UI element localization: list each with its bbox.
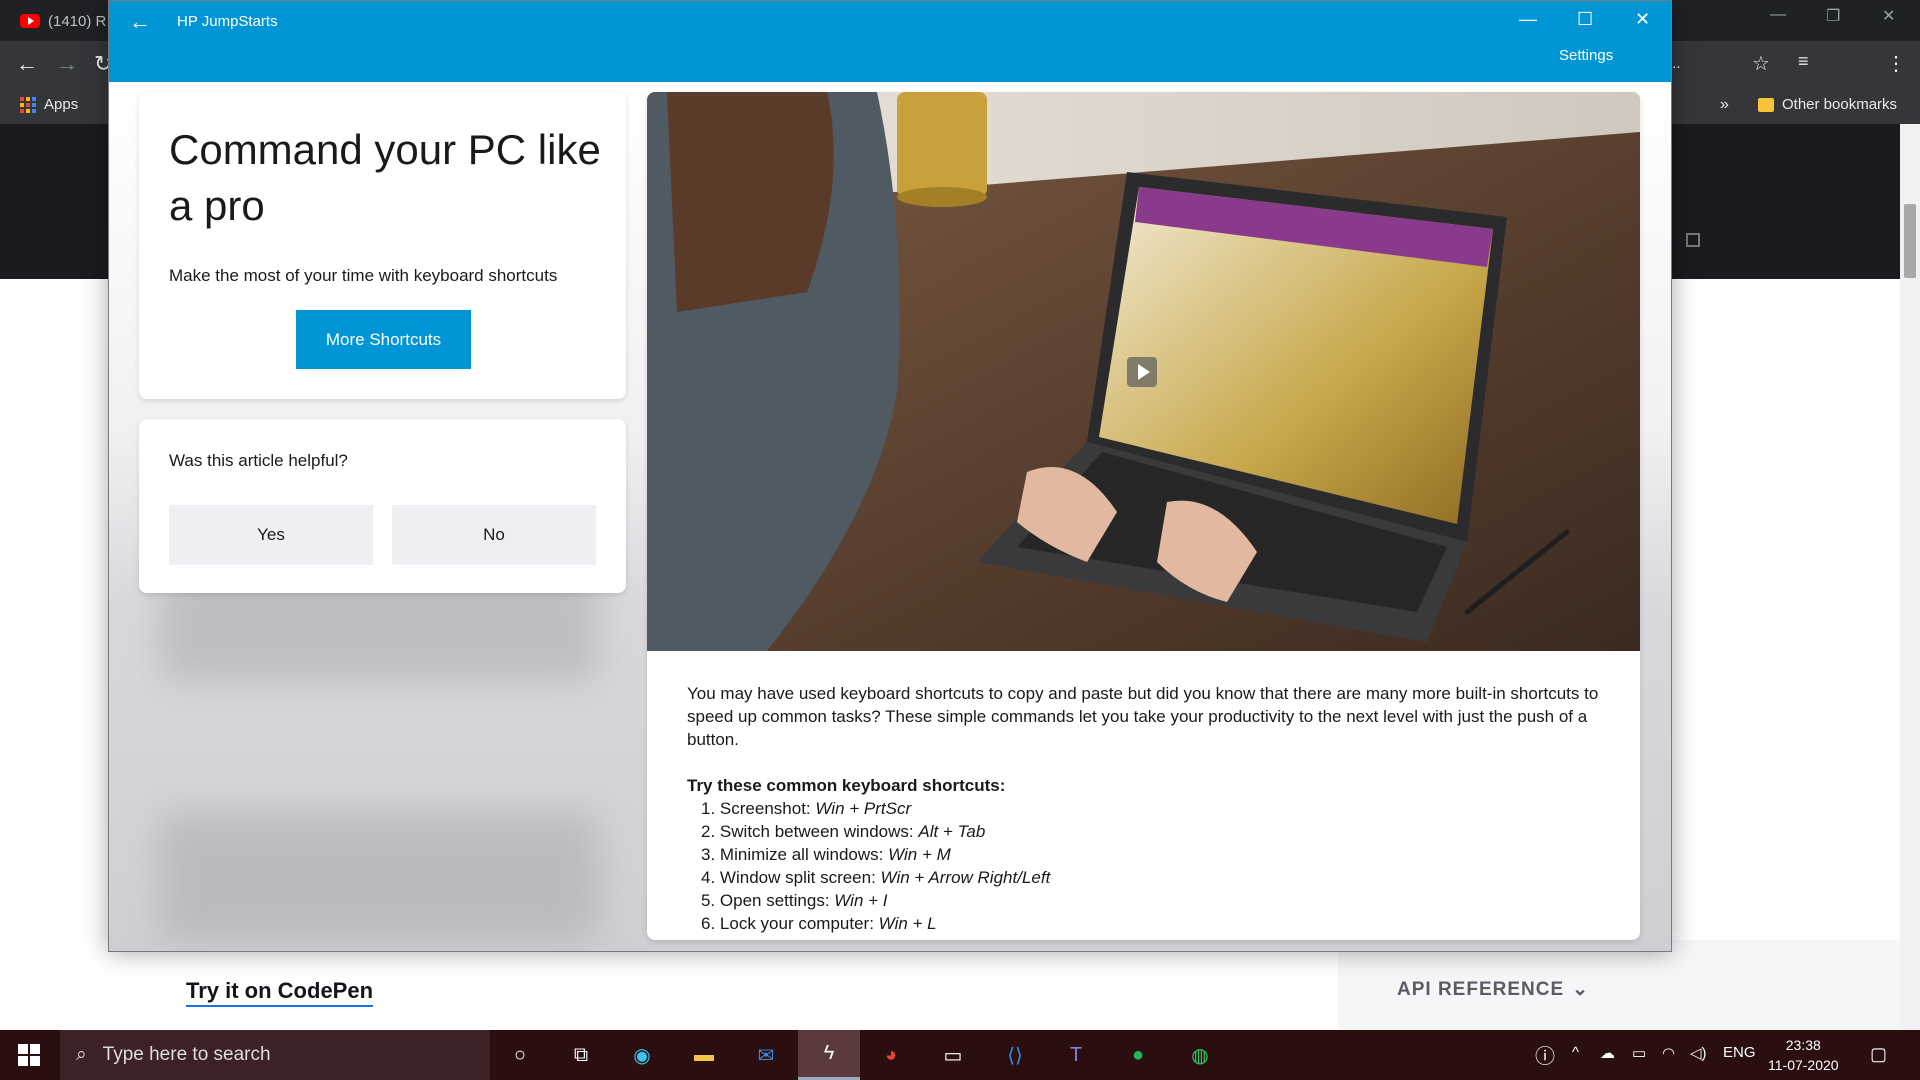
onedrive-icon[interactable]: ☁	[1600, 1044, 1615, 1062]
vscode-icon[interactable]: ⟨⟩	[1000, 1040, 1030, 1070]
scrollbar-thumb[interactable]	[1904, 204, 1916, 278]
media-queue-icon[interactable]: ≡	[1798, 51, 1809, 72]
external-link-icon[interactable]	[1686, 233, 1700, 247]
chrome-minimize-icon[interactable]: —	[1770, 6, 1786, 24]
bookmark-apps[interactable]: Apps	[20, 96, 78, 113]
bookmark-other-label: Other bookmarks	[1782, 96, 1898, 113]
chrome-tab-youtube[interactable]: (1410) R	[20, 8, 106, 34]
teams-icon[interactable]: T	[1061, 1040, 1091, 1070]
cortana-icon[interactable]: ○	[505, 1040, 535, 1070]
clock[interactable]: 23:38 11-07-2020	[1768, 1035, 1839, 1075]
command-card-subtitle: Make the most of your time with keyboard…	[169, 266, 558, 285]
hp-content: Command your PC like a pro Make the most…	[109, 82, 1671, 951]
more-shortcuts-button[interactable]: More Shortcuts	[296, 310, 471, 369]
command-card-title: Command your PC like a pro	[169, 126, 601, 229]
terminal-icon[interactable]: ▭	[938, 1040, 968, 1070]
bookmark-other[interactable]: Other bookmarks	[1758, 96, 1897, 113]
edge-icon[interactable]: ◉	[627, 1040, 657, 1070]
folder-icon	[1758, 97, 1774, 112]
bookmark-apps-label: Apps	[44, 96, 79, 113]
clock-time: 23:38	[1785, 1037, 1821, 1053]
yes-button[interactable]: Yes	[169, 505, 373, 565]
mail-icon[interactable]: ✉	[751, 1040, 781, 1070]
help-icon[interactable]: ⓘ	[1535, 1040, 1555, 1069]
shortcut-item: 3. Minimize all windows: Win + M	[701, 845, 951, 864]
blurred-card-placeholder	[159, 812, 599, 942]
settings-link[interactable]: Settings	[1559, 47, 1613, 64]
no-button[interactable]: No	[392, 505, 596, 565]
chrome-icon[interactable]: ◕	[876, 1040, 906, 1070]
app-title: HP JumpStarts	[177, 13, 278, 30]
close-icon[interactable]: ✕	[1635, 9, 1650, 30]
article-intro: You may have used keyboard shortcuts to …	[687, 684, 1599, 749]
notifications-icon[interactable]: ▢	[1870, 1044, 1887, 1065]
shortcut-item: 2. Switch between windows: Alt + Tab	[701, 822, 986, 841]
search-icon: ⌕	[76, 1044, 87, 1065]
chevron-down-icon: ⌄	[1572, 979, 1590, 1000]
language-indicator[interactable]: ENG	[1723, 1044, 1756, 1061]
bookmarks-overflow-chevron[interactable]: »	[1720, 96, 1729, 114]
shortcut-item: 5. Open settings: Win + I	[701, 891, 888, 910]
whatsapp-icon[interactable]: ◍	[1185, 1040, 1215, 1070]
minimize-icon[interactable]: —	[1519, 9, 1537, 30]
article-card: You may have used keyboard shortcuts to …	[647, 92, 1640, 940]
chrome-close-icon[interactable]: ✕	[1882, 6, 1895, 26]
api-reference-toggle[interactable]: API REFERENCE ⌄	[1397, 978, 1589, 1001]
shortcut-item: 4. Window split screen: Win + Arrow Righ…	[701, 868, 1051, 887]
battery-icon[interactable]: ▭	[1632, 1044, 1646, 1062]
bookmark-star-icon[interactable]: ☆	[1752, 51, 1770, 76]
windows-taskbar: ⌕ Type here to search ○ ⧉ ◉ ▬ ✉ ϟ ◕ ▭ ⟨⟩…	[0, 1030, 1920, 1080]
forward-arrow-icon[interactable]: →	[56, 51, 78, 77]
maximize-icon[interactable]: ☐	[1577, 9, 1593, 30]
chrome-tab-title: (1410) R	[48, 12, 107, 30]
spotify-icon[interactable]: ●	[1123, 1040, 1153, 1070]
command-card: Command your PC like a pro Make the most…	[139, 92, 626, 399]
file-explorer-icon[interactable]: ▬	[689, 1040, 719, 1070]
hp-jumpstarts-taskbar-icon[interactable]: ϟ	[798, 1030, 860, 1080]
back-arrow-icon[interactable]: ←	[129, 9, 151, 35]
task-view-icon[interactable]: ⧉	[566, 1040, 596, 1070]
chrome-menu-icon[interactable]: ⋮	[1886, 51, 1906, 76]
hp-title-bar: ← HP JumpStarts — ☐ ✕ Settings	[109, 1, 1671, 82]
tray-expand-icon[interactable]: ^	[1572, 1044, 1579, 1061]
hp-jumpstarts-window: ← HP JumpStarts — ☐ ✕ Settings Command y…	[108, 0, 1672, 952]
apps-grid-icon	[20, 96, 36, 113]
clock-date: 11-07-2020	[1768, 1057, 1839, 1073]
api-reference-label: API REFERENCE	[1397, 978, 1565, 1000]
feedback-card: Was this article helpful? Yes No	[139, 419, 626, 593]
codepen-link[interactable]: Try it on CodePen	[186, 978, 374, 1007]
shortcuts-list: 1. Screenshot: Win + PrtScr 2. Switch be…	[687, 797, 1607, 935]
shortcut-item: 6. Lock your computer: Win + L	[701, 914, 937, 933]
back-arrow-icon[interactable]: ←	[16, 51, 38, 77]
wifi-icon[interactable]: ◠	[1662, 1044, 1675, 1062]
taskbar-search-placeholder: Type here to search	[102, 1044, 271, 1065]
hero-video[interactable]	[647, 92, 1640, 651]
youtube-icon	[20, 14, 40, 28]
volume-icon[interactable]: ◁)	[1690, 1044, 1707, 1062]
chrome-restore-icon[interactable]: ❐	[1826, 6, 1840, 26]
shortcuts-heading: Try these common keyboard shortcuts:	[687, 776, 1006, 795]
feedback-question: Was this article helpful?	[169, 451, 348, 470]
page-scrollbar[interactable]	[1900, 124, 1920, 1030]
windows-start-icon[interactable]	[18, 1044, 40, 1066]
play-icon[interactable]	[1127, 357, 1157, 387]
shortcut-item: 1. Screenshot: Win + PrtScr	[701, 799, 912, 818]
article-body: You may have used keyboard shortcuts to …	[687, 682, 1607, 935]
taskbar-search-box[interactable]: ⌕ Type here to search	[60, 1030, 490, 1080]
